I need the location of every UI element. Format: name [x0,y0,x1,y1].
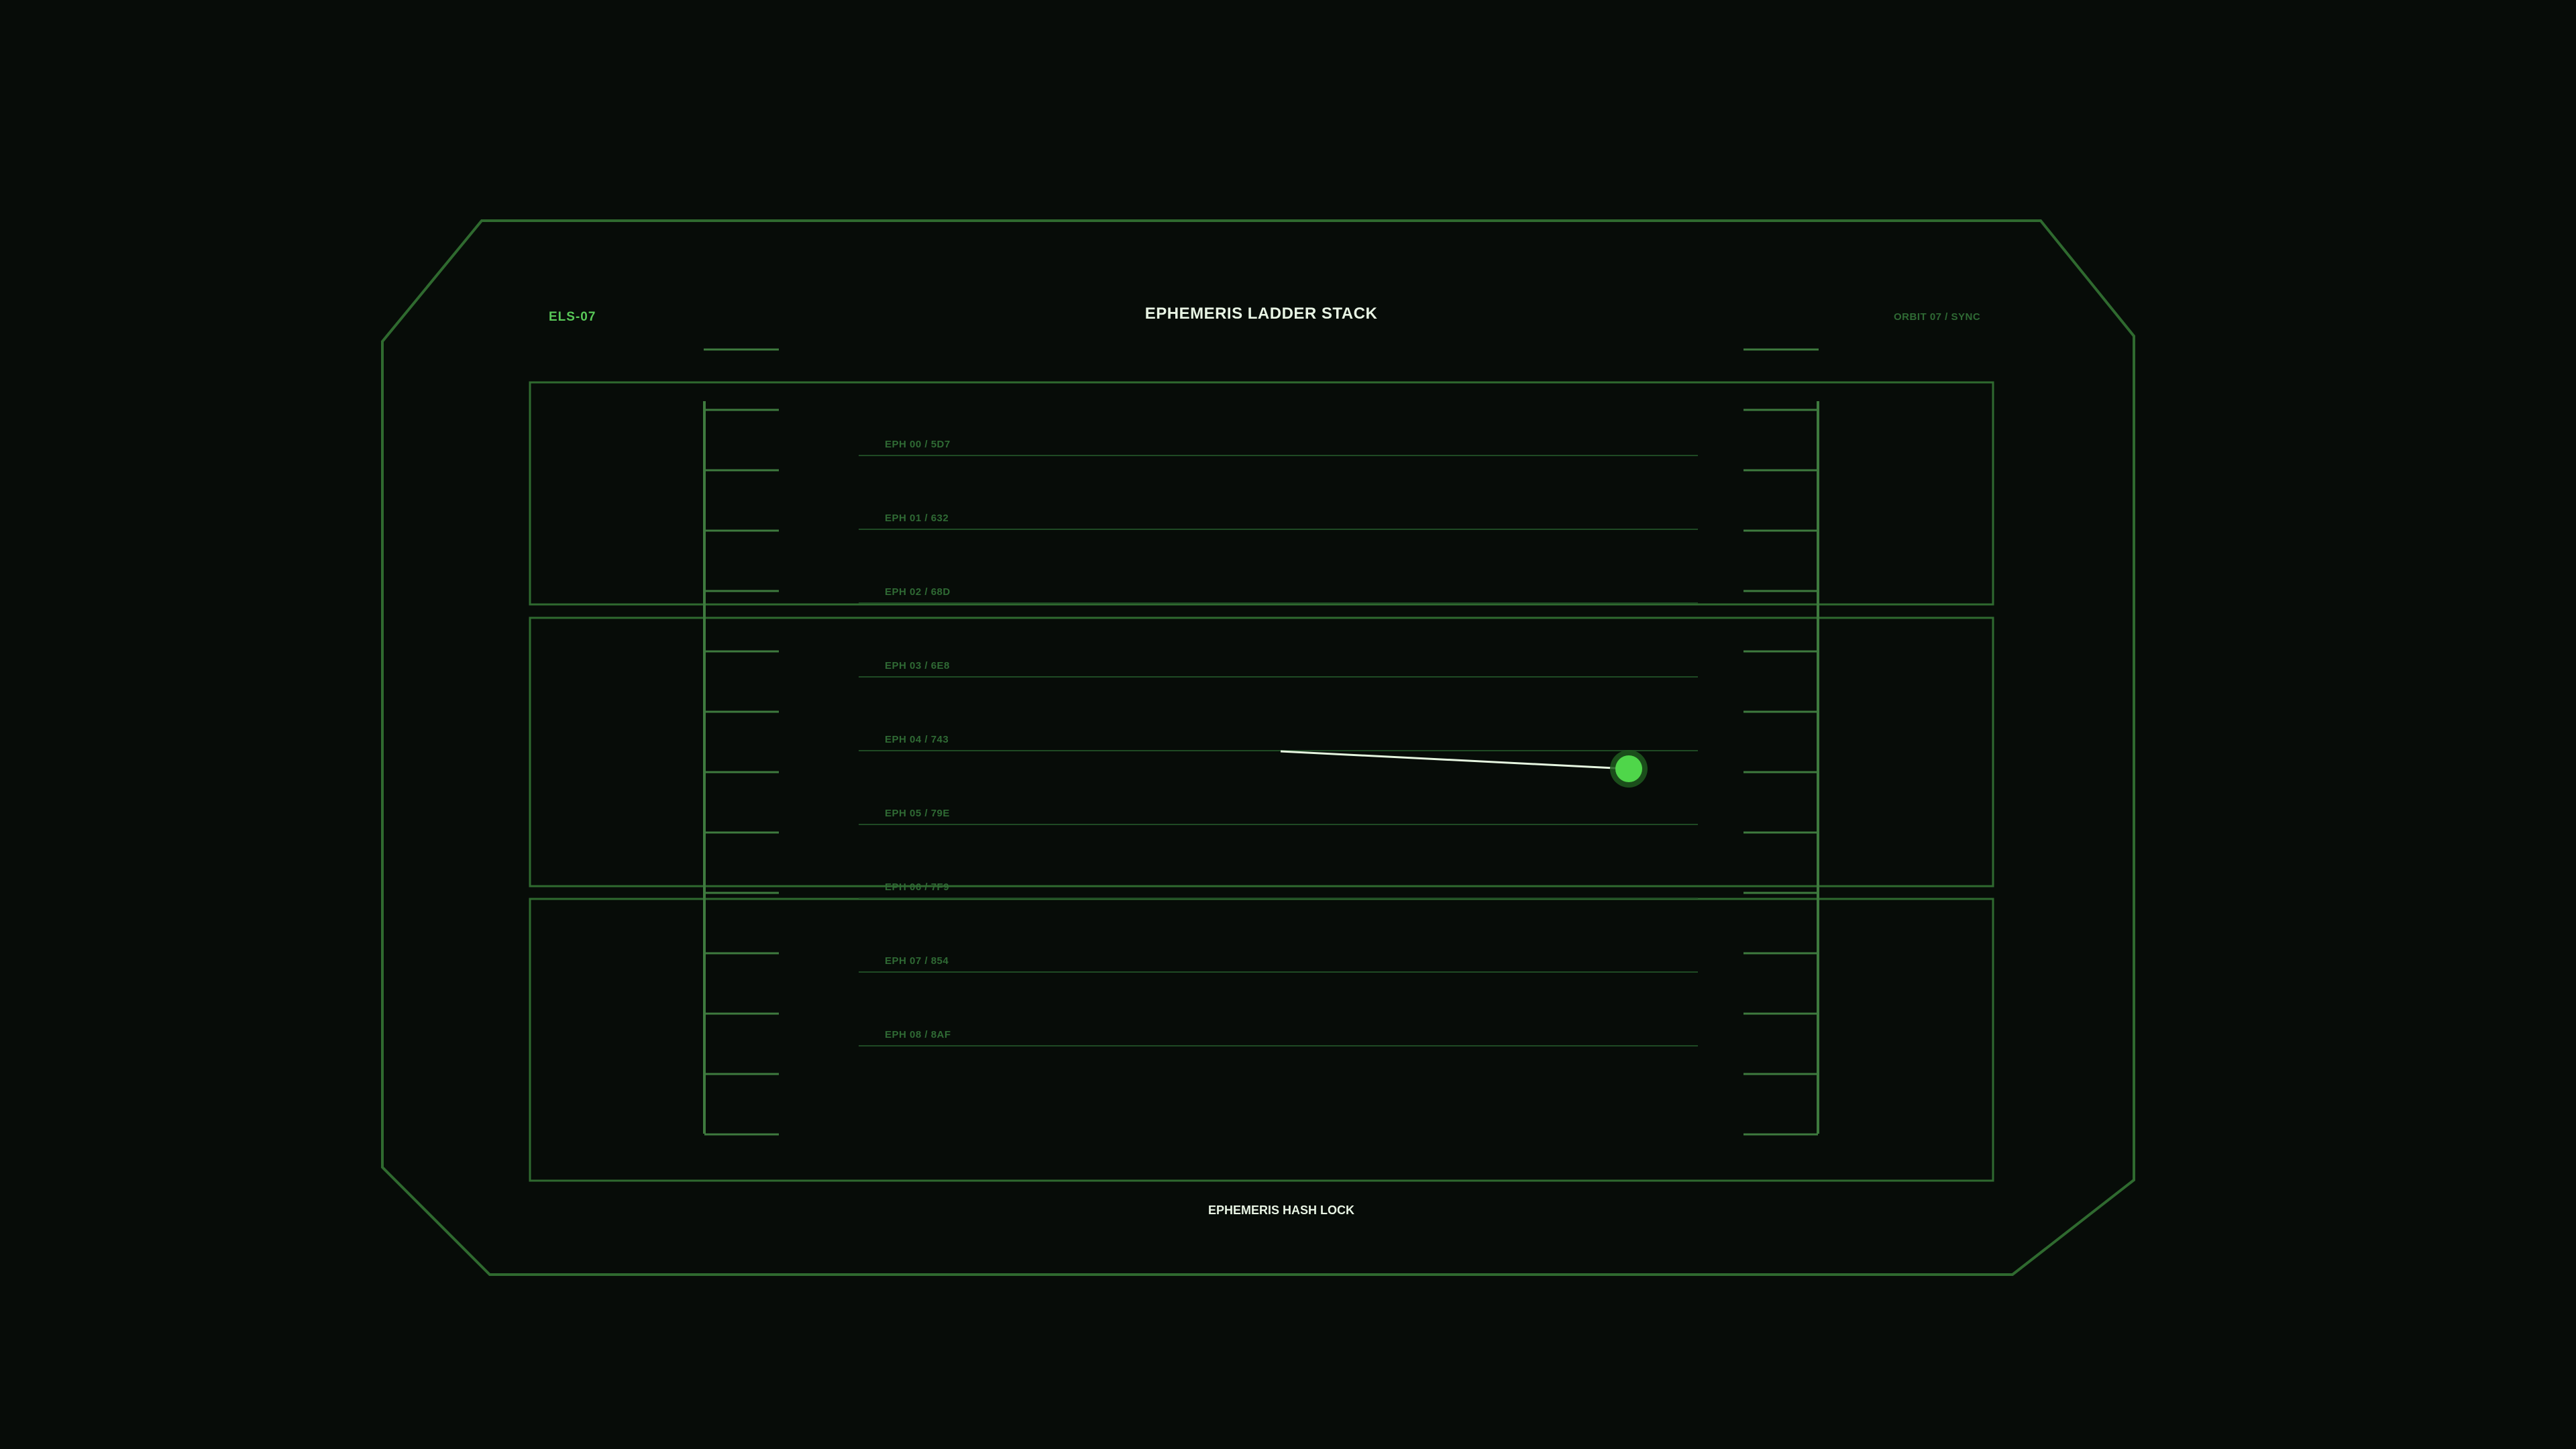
ephemeris-row-label: EPH 07 / 854 [885,955,949,967]
ephemeris-row-label: EPH 02 / 68D [885,586,951,598]
orbit-status: ORBIT 07 / SYNC [1894,311,1981,323]
ephemeris-row-label: EPH 08 / 8AF [885,1029,951,1040]
position-marker [1615,755,1642,782]
ephemeris-row: EPH 06 / 7F9 [859,881,1698,899]
right-ladder-ticks [1743,409,1818,1136]
ephemeris-row-label: EPH 00 / 5D7 [885,439,951,450]
lower-panel [529,898,1994,1182]
outer-frame [381,219,2135,1276]
middle-panel [529,616,1994,888]
ephemeris-row-label: EPH 05 / 79E [885,808,950,819]
ephemeris-row: EPH 04 / 743 [859,734,1698,751]
ephemeris-row-label: EPH 06 / 7F9 [885,881,949,893]
ephemeris-row: EPH 00 / 5D7 [859,439,1698,456]
ephemeris-row: EPH 03 / 6E8 [859,660,1698,678]
ephemeris-row: EPH 07 / 854 [859,955,1698,973]
ephemeris-row: EPH 01 / 632 [859,513,1698,530]
ephemeris-row: EPH 08 / 8AF [859,1029,1698,1046]
station-code: ELS-07 [549,310,596,324]
left-ladder-ticks [704,409,779,1136]
ephemeris-rows: EPH 00 / 5D7 EPH 01 / 632 EPH 02 / 68D EPH … [859,439,1698,1046]
ephemeris-ladder-screen: EPH 00 / 5D7 EPH 01 / 632 EPH 02 / 68D EPH … [0,0,2576,1449]
needle [1280,750,1629,770]
ephemeris-row-label: EPH 01 / 632 [885,513,949,524]
page-title-text: EPHEMERIS LADDER STACK [1144,305,1378,323]
ephemeris-row-label: EPH 03 / 6E8 [885,660,950,672]
ephemeris-row: EPH 05 / 79E [859,808,1698,825]
footer-label-text: EPHEMERIS HASH LOCK [1208,1203,1355,1217]
hud-canvas: EPH 00 / 5D7 EPH 01 / 632 EPH 02 / 68D EPH … [381,219,2135,1276]
ephemeris-row: EPH 02 / 68D [859,586,1698,604]
ephemeris-row-label: EPH 04 / 743 [885,734,949,745]
upper-panel [529,381,1994,606]
